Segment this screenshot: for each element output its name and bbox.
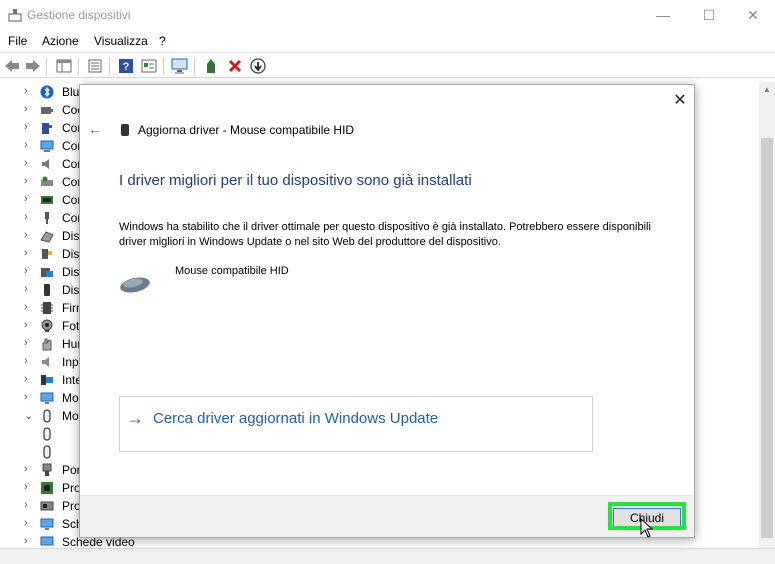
expand-arrow-icon[interactable]: › — [24, 175, 34, 187]
scroll-up-icon[interactable]: ▲ — [759, 82, 775, 98]
sound-icon — [42, 159, 49, 169]
arrow-right-icon: → — [126, 408, 144, 428]
security-device-icon — [42, 249, 52, 259]
expand-arrow-icon[interactable]: › — [24, 319, 34, 331]
tree-item-label: Pro — [62, 499, 81, 513]
minimize-button[interactable]: — — [640, 0, 686, 30]
display-adapter-icon — [40, 518, 54, 530]
expand-arrow-icon[interactable]: › — [24, 463, 34, 475]
expand-arrow-icon[interactable]: › — [24, 121, 34, 133]
windows-update-link[interactable]: → Cerca driver aggiornati in Windows Upd… — [119, 396, 593, 452]
expand-arrow-icon[interactable]: › — [24, 373, 34, 385]
dialog-footer: Chiudi — [80, 495, 694, 537]
mouse-icon — [43, 409, 51, 423]
expand-arrow-icon[interactable]: › — [24, 85, 34, 97]
details-view-icon[interactable] — [140, 57, 158, 75]
tree-item-label: Mo — [62, 409, 79, 423]
update-driver-icon[interactable] — [203, 57, 221, 75]
status-bar — [0, 548, 775, 564]
audio-input-icon — [41, 107, 53, 114]
tree-item-label: Pro — [62, 481, 81, 495]
processor-icon — [41, 482, 53, 494]
expand-arrow-icon[interactable]: › — [24, 517, 34, 529]
list-view-icon[interactable] — [86, 57, 104, 75]
title-bar: Gestione dispositivi — ☐ ✕ — [0, 0, 775, 30]
expand-arrow-icon[interactable]: › — [24, 283, 34, 295]
tree-item-label: Mo — [62, 391, 79, 405]
update-driver-dialog: ✕ ← Aggiorna driver - Mouse compatibile … — [79, 84, 695, 538]
tree-item-label: Blu — [62, 85, 80, 99]
collapse-arrow-icon[interactable]: ⌄ — [24, 409, 34, 422]
port-icon — [42, 463, 52, 476]
vertical-scrollbar[interactable]: ▲ — [759, 82, 775, 548]
camera-icon — [41, 319, 53, 332]
portable-device-icon — [44, 284, 50, 296]
uninstall-device-icon[interactable] — [226, 57, 244, 75]
monitor-icon — [40, 392, 54, 404]
back-icon[interactable] — [3, 57, 21, 75]
computer-icon — [40, 140, 54, 152]
expand-arrow-icon[interactable]: › — [24, 193, 34, 205]
expand-arrow-icon[interactable]: › — [24, 157, 34, 169]
device-name: Mouse compatibile HID — [175, 265, 289, 277]
expand-arrow-icon[interactable]: › — [24, 265, 34, 277]
svg-text:?: ? — [123, 61, 130, 73]
expand-arrow-icon[interactable]: › — [24, 211, 34, 223]
disk-drive-icon — [40, 231, 54, 243]
device-manager-icon — [8, 9, 22, 22]
expand-arrow-icon[interactable]: › — [24, 301, 34, 313]
tree-item-label: Inp — [62, 355, 79, 369]
menu-help[interactable]: ? — [159, 34, 166, 48]
windows-update-link-text[interactable]: Cerca driver aggiornati in Windows Updat… — [153, 410, 438, 427]
expand-arrow-icon[interactable]: › — [24, 481, 34, 493]
bluetooth-icon — [40, 85, 54, 99]
mouse-icon — [43, 427, 51, 441]
usb-controller-icon — [45, 212, 49, 224]
expand-arrow-icon[interactable]: › — [24, 139, 34, 151]
processor-icon — [40, 501, 54, 511]
dialog-title: I driver migliori per il tuo dispositivo… — [119, 172, 472, 189]
scroll-thumb[interactable] — [761, 138, 773, 538]
dialog-description: Windows ha stabilito che il driver ottim… — [119, 221, 651, 248]
ide-controller-icon — [41, 196, 53, 204]
expand-arrow-icon[interactable]: › — [24, 103, 34, 115]
firmware-icon — [41, 302, 53, 314]
help-icon[interactable]: ? — [117, 57, 135, 75]
display-adapter-icon — [40, 536, 54, 546]
expand-arrow-icon[interactable]: › — [24, 229, 34, 241]
window-title: Gestione dispositivi — [27, 8, 131, 22]
forward-icon[interactable] — [24, 57, 42, 75]
expand-arrow-icon[interactable]: › — [24, 355, 34, 367]
close-window-button[interactable]: ✕ — [730, 0, 775, 30]
mouse-icon — [43, 445, 51, 459]
tree-item-label: Por — [62, 463, 81, 477]
expand-arrow-icon[interactable]: › — [24, 535, 34, 547]
storage-controller-icon — [41, 176, 53, 186]
hid-icon — [42, 338, 52, 351]
disable-device-icon[interactable] — [249, 57, 267, 75]
mouse-device-icon — [120, 277, 150, 293]
network-icon — [41, 375, 53, 385]
scan-hardware-icon[interactable] — [171, 57, 189, 75]
maximize-button[interactable]: ☐ — [686, 0, 732, 30]
toolbar: ? — [0, 52, 775, 78]
menu-bar: File Azione Visualizza ? — [0, 30, 775, 52]
dialog-header: Aggiorna driver - Mouse compatibile HID — [138, 123, 355, 137]
dialog-close-button[interactable]: ✕ — [670, 91, 690, 111]
menu-file[interactable]: File — [8, 34, 27, 48]
menu-visualizza[interactable]: Visualizza — [94, 34, 148, 48]
keyboard-icon — [42, 357, 49, 367]
controller-icon — [42, 123, 52, 134]
menu-azione[interactable]: Azione — [42, 34, 79, 48]
software-device-icon — [41, 268, 53, 277]
expand-arrow-icon[interactable]: › — [24, 391, 34, 403]
mouse-icon — [121, 124, 129, 136]
expand-arrow-icon[interactable]: › — [24, 247, 34, 259]
properties-view-icon[interactable] — [55, 57, 73, 75]
back-arrow-icon[interactable]: ← — [88, 121, 102, 137]
mouse-cursor-icon — [640, 518, 654, 538]
expand-arrow-icon[interactable]: › — [24, 337, 34, 349]
expand-arrow-icon[interactable]: › — [24, 499, 34, 511]
